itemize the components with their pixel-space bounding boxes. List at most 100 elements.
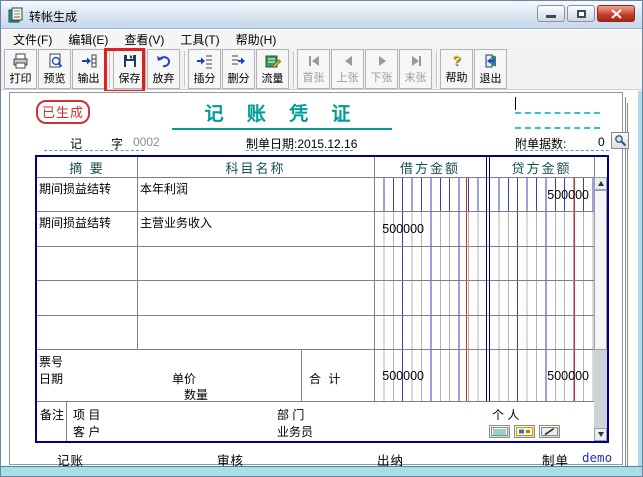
menu-edit[interactable]: 编辑(E) [60, 29, 116, 50]
preview-button[interactable]: 预览 [38, 49, 71, 89]
customer-label[interactable]: 客 户 [73, 423, 100, 440]
scroll-thumb[interactable] [594, 190, 607, 350]
debit-cell[interactable] [375, 247, 486, 280]
discard-button[interactable]: 放弃 [147, 49, 180, 89]
flow-notebook-icon [265, 55, 281, 68]
debit-cell[interactable]: 500000 [375, 212, 486, 246]
note-list-button[interactable] [489, 425, 510, 438]
date-label: 制单日期: [246, 137, 298, 151]
person-label[interactable]: 个 人 [492, 406, 519, 423]
voucher-paper: 已生成 记 账 凭 证 记 字 0002 制单日期:2015.12.16 附单据… [9, 92, 629, 468]
delete-split-button[interactable]: 删分 [222, 49, 255, 89]
header-account: 科目名称 [225, 160, 286, 176]
printer-icon [13, 53, 28, 68]
image-button[interactable] [514, 425, 535, 438]
menu-tools[interactable]: 工具(T) [172, 29, 227, 50]
total-debit-value: 500000 [382, 368, 424, 383]
toolbar-separator [290, 49, 297, 89]
credit-cell[interactable] [490, 316, 594, 349]
table-line [301, 349, 302, 401]
debit-cell[interactable] [375, 316, 486, 349]
first-voucher-button[interactable]: 首张 [297, 49, 330, 89]
restore-icon [576, 9, 586, 18]
voucher-number[interactable]: 0002 [133, 135, 160, 149]
debit-value: 500000 [382, 222, 424, 236]
total-credit-cell: 500000 [490, 350, 594, 401]
note-list-icon [491, 427, 508, 436]
menu-bar: 文件(F) 编辑(E) 查看(V) 工具(T) 帮助(H) [1, 30, 642, 48]
credit-value: 500000 [547, 187, 589, 202]
window-edge [638, 91, 642, 476]
scroll-down-button[interactable] [594, 428, 607, 441]
save-button[interactable]: 保存 [113, 49, 146, 89]
attachments-lookup-button[interactable] [611, 132, 629, 149]
project-label[interactable]: 项 目 [73, 406, 100, 423]
remark-label: 备注 [39, 408, 64, 422]
restore-button[interactable] [567, 5, 595, 22]
text-cursor [515, 97, 516, 110]
table-line [66, 401, 67, 441]
voucher-title: 记 账 凭 证 [172, 99, 392, 130]
credit-cell[interactable] [490, 281, 594, 315]
row-summary[interactable]: 期间损益结转 [39, 180, 111, 197]
close-icon [610, 8, 622, 19]
export-button[interactable]: 输出 [72, 49, 105, 89]
row-account[interactable]: 主营业务收入 [140, 214, 212, 231]
scroll-up-button[interactable] [594, 177, 607, 190]
credit-cell[interactable]: 500000 [490, 178, 594, 211]
flow-button[interactable]: 流量 [256, 49, 289, 89]
magnifier-icon [614, 135, 626, 147]
credit-cell[interactable] [490, 212, 594, 246]
toolbar-separator [106, 49, 113, 89]
credit-cell[interactable] [490, 247, 594, 280]
wand-button[interactable] [539, 425, 560, 438]
footer-date-label: 日期 [39, 372, 64, 386]
header-debit: 借方金额 [399, 160, 460, 176]
insert-split-button[interactable]: 插分 [188, 49, 221, 89]
next-voucher-button[interactable]: 下张 [365, 49, 398, 89]
minimize-button[interactable] [537, 5, 565, 22]
exit-button[interactable]: 退出 [474, 49, 507, 89]
department-label[interactable]: 部 门 [277, 406, 304, 423]
last-voucher-button[interactable]: 末张 [399, 49, 432, 89]
menu-view[interactable]: 查看(V) [116, 29, 172, 50]
table-scrollbar[interactable] [594, 177, 607, 441]
preview-icon [49, 53, 62, 67]
toolbar-separator [433, 49, 440, 89]
row-summary[interactable]: 期间损益结转 [39, 214, 111, 231]
table-line [37, 401, 594, 402]
toolbar: 打印 预览 输出 保存 放弃 插分 删分 流量 首张 上张 下张 末张 ? 帮助… [1, 48, 642, 93]
dashed-underline [246, 150, 353, 151]
generated-stamp: 已生成 [36, 100, 91, 124]
debit-cell[interactable] [375, 178, 486, 211]
date-value: 2015.12.16 [297, 137, 358, 151]
client-area: 已生成 记 账 凭 证 记 字 0002 制单日期:2015.12.16 附单据… [1, 91, 642, 476]
image-icon [516, 427, 533, 436]
help-icon: ? [452, 52, 461, 68]
last-icon [411, 55, 421, 66]
window-bottom-edge [1, 466, 642, 476]
toolbar-separator [181, 49, 188, 89]
table-line [137, 157, 138, 349]
dashed-underline [515, 150, 609, 151]
app-icon [8, 7, 24, 28]
row-account[interactable]: 本年利润 [140, 180, 188, 197]
salesman-label[interactable]: 业务员 [277, 423, 313, 440]
attachments-count[interactable]: 0 [598, 135, 605, 149]
help-button[interactable]: ? 帮助 [440, 49, 473, 89]
total-debit-cell: 500000 [375, 350, 486, 401]
insert-split-icon [196, 55, 212, 68]
minimize-icon [546, 14, 556, 18]
menu-help[interactable]: 帮助(H) [228, 29, 285, 50]
debit-cell[interactable] [375, 281, 486, 315]
menu-file[interactable]: 文件(F) [5, 29, 60, 50]
print-button[interactable]: 打印 [4, 49, 37, 89]
first-icon [308, 55, 319, 66]
close-button[interactable] [597, 5, 635, 22]
dashed-field-line [515, 127, 600, 129]
previous-voucher-button[interactable]: 上张 [331, 49, 364, 89]
app-window: 转帐生成 文件(F) 编辑(E) 查看(V) 工具(T) 帮助(H) 打印 预览… [0, 0, 643, 477]
exit-door-icon [485, 54, 496, 67]
title-bar[interactable]: 转帐生成 [1, 1, 642, 29]
header-credit: 贷方金额 [511, 160, 572, 176]
